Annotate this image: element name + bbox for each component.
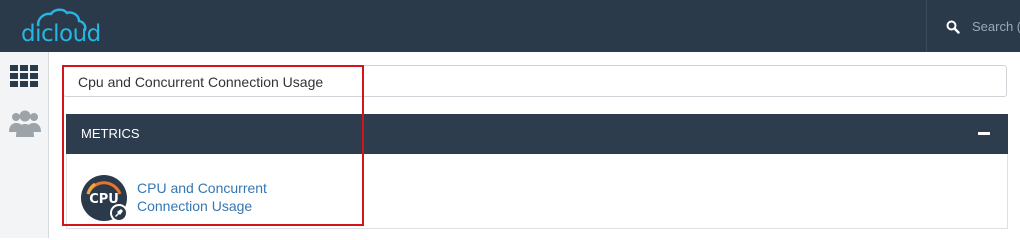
sidebar	[0, 52, 49, 238]
top-navigation-bar: dicloud Search (	[0, 0, 1020, 52]
global-search-input[interactable]: Search (	[972, 19, 1020, 34]
header-divider	[926, 0, 927, 52]
dicloud-logo[interactable]: dicloud	[18, 8, 101, 47]
users-icon[interactable]	[9, 108, 41, 138]
search-icon[interactable]	[946, 20, 960, 34]
minus-icon[interactable]	[978, 132, 990, 135]
logo-text: dicloud	[21, 21, 101, 47]
highlight-box	[62, 65, 364, 226]
grid-icon[interactable]	[10, 65, 38, 87]
